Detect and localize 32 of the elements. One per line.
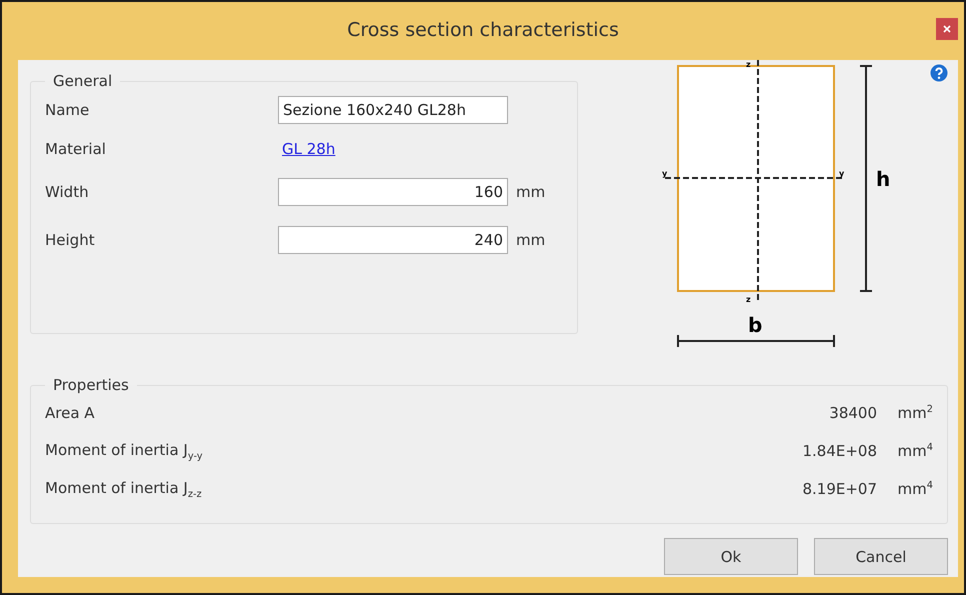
close-icon bbox=[943, 25, 951, 33]
field-label: Height bbox=[45, 231, 96, 249]
number-field[interactable]: 160 bbox=[278, 178, 508, 206]
cancel-button[interactable]: Cancel bbox=[814, 538, 948, 575]
name-field[interactable]: Sezione 160x240 GL28h bbox=[278, 96, 508, 124]
material-link[interactable]: GL 28h bbox=[282, 140, 336, 158]
axis-label: y bbox=[662, 169, 668, 178]
ok-button[interactable]: Ok bbox=[664, 538, 798, 575]
axis-label: y bbox=[839, 169, 844, 178]
unit-label: mm$^{4}$ bbox=[896, 480, 933, 498]
height-label: h bbox=[876, 167, 890, 191]
width-label: b bbox=[748, 313, 762, 337]
number-field[interactable]: 240 bbox=[278, 226, 508, 254]
property-label: Moment of inertia J$_{z-z}$ bbox=[45, 478, 203, 500]
property-label: Area A bbox=[45, 404, 96, 422]
close-button[interactable] bbox=[936, 18, 958, 40]
property-label: Moment of inertia J$_{y-y}$ bbox=[45, 440, 204, 462]
axis-label: z bbox=[746, 295, 751, 304]
unit-label: mm$^{4}$ bbox=[896, 442, 933, 460]
property-value: 8.19E+07 bbox=[802, 480, 877, 498]
unit-label: mm$^{2}$ bbox=[896, 404, 933, 422]
field-label: Name bbox=[45, 100, 90, 118]
help-icon[interactable] bbox=[930, 64, 948, 82]
property-value: 1.84E+08 bbox=[802, 442, 877, 460]
window-title: Cross section characteristics bbox=[347, 19, 619, 41]
unit-label: mm bbox=[516, 231, 546, 249]
group-title: General bbox=[52, 72, 114, 90]
group-title: Properties bbox=[52, 376, 130, 394]
field-label: Material bbox=[45, 140, 107, 158]
property-value: 38400 bbox=[829, 404, 877, 422]
field-label: Width bbox=[45, 183, 90, 201]
unit-label: mm bbox=[516, 183, 546, 201]
